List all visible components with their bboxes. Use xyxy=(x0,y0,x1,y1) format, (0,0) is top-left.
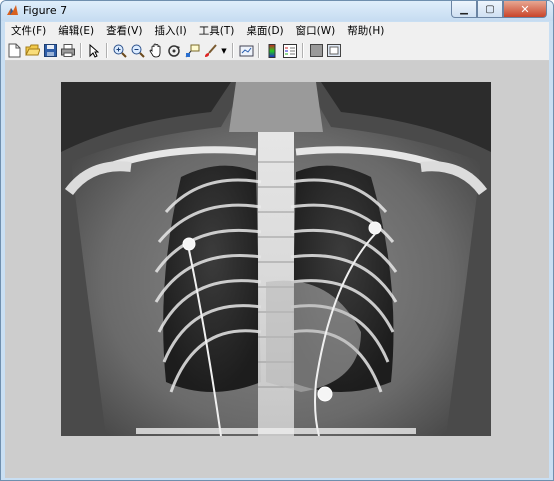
print-button[interactable] xyxy=(60,43,76,59)
toolbar-separator xyxy=(258,43,260,58)
pan-icon xyxy=(149,43,161,58)
rotate-3d-icon xyxy=(168,44,180,57)
menu-bar: 文件(F) 编辑(E) 查看(V) 插入(I) 工具(T) 桌面(D) 窗口(W… xyxy=(5,22,549,41)
hide-plot-tools-button[interactable] xyxy=(308,43,324,59)
colorbar-button[interactable] xyxy=(264,43,280,59)
pan-button[interactable] xyxy=(148,43,164,59)
brush-button[interactable] xyxy=(202,43,218,59)
figure-canvas[interactable] xyxy=(5,61,549,478)
menu-window[interactable]: 窗口(W) xyxy=(290,22,342,41)
minimize-button[interactable]: ▁ xyxy=(451,1,477,18)
menu-help[interactable]: 帮助(H) xyxy=(341,22,390,41)
link-plot-icon xyxy=(239,45,253,56)
legend-icon xyxy=(283,43,297,58)
save-icon xyxy=(43,44,57,57)
brush-icon xyxy=(204,43,217,57)
menu-edit[interactable]: 编辑(E) xyxy=(52,22,100,41)
toolbar-separator xyxy=(80,43,82,58)
menu-view[interactable]: 查看(V) xyxy=(100,22,148,41)
figure-window: Figure 7 ▁ ▢ ✕ 文件(F) 编辑(E) 查看(V) 插入(I) 工… xyxy=(0,0,554,481)
data-cursor-button[interactable] xyxy=(184,43,200,59)
matlab-logo-icon xyxy=(7,5,18,15)
menu-insert[interactable]: 插入(I) xyxy=(148,22,192,41)
new-figure-button[interactable] xyxy=(6,43,22,59)
open-file-button[interactable] xyxy=(24,43,40,59)
show-plot-tools-button[interactable] xyxy=(326,43,342,59)
menu-desktop[interactable]: 桌面(D) xyxy=(240,22,289,41)
maximize-button[interactable]: ▢ xyxy=(477,1,503,18)
chest-xray-image xyxy=(61,82,491,436)
link-plot-button[interactable] xyxy=(238,43,254,59)
menu-file[interactable]: 文件(F) xyxy=(5,22,52,41)
toolbar-separator xyxy=(232,43,234,58)
window-title: Figure 7 xyxy=(23,4,68,17)
close-icon: ✕ xyxy=(520,2,530,16)
print-icon xyxy=(61,44,75,57)
zoom-in-button[interactable] xyxy=(112,43,128,59)
figure-toolbar: ▼ xyxy=(5,41,549,61)
zoom-out-icon xyxy=(131,44,145,58)
brush-dropdown-icon: ▼ xyxy=(221,46,227,55)
legend-button[interactable] xyxy=(282,43,298,59)
open-file-icon xyxy=(24,44,40,56)
pointer-button[interactable] xyxy=(86,43,102,59)
show-plot-tools-icon xyxy=(327,44,341,57)
zoom-in-icon xyxy=(113,44,127,58)
minimize-icon: ▁ xyxy=(460,3,468,15)
close-button[interactable]: ✕ xyxy=(503,1,547,18)
toolbar-separator xyxy=(106,43,108,58)
hide-plot-tools-icon xyxy=(309,44,323,57)
brush-dropdown-button[interactable]: ▼ xyxy=(220,43,228,59)
pointer-icon xyxy=(89,43,99,58)
maximize-icon: ▢ xyxy=(485,3,495,15)
rotate-3d-button[interactable] xyxy=(166,43,182,59)
colorbar-icon xyxy=(268,43,276,58)
new-figure-icon xyxy=(8,43,20,58)
data-cursor-icon xyxy=(185,44,199,57)
toolbar-separator xyxy=(302,43,304,58)
title-bar[interactable]: Figure 7 ▁ ▢ ✕ xyxy=(1,1,553,21)
menu-tools[interactable]: 工具(T) xyxy=(193,22,241,41)
zoom-out-button[interactable] xyxy=(130,43,146,59)
save-button[interactable] xyxy=(42,43,58,59)
